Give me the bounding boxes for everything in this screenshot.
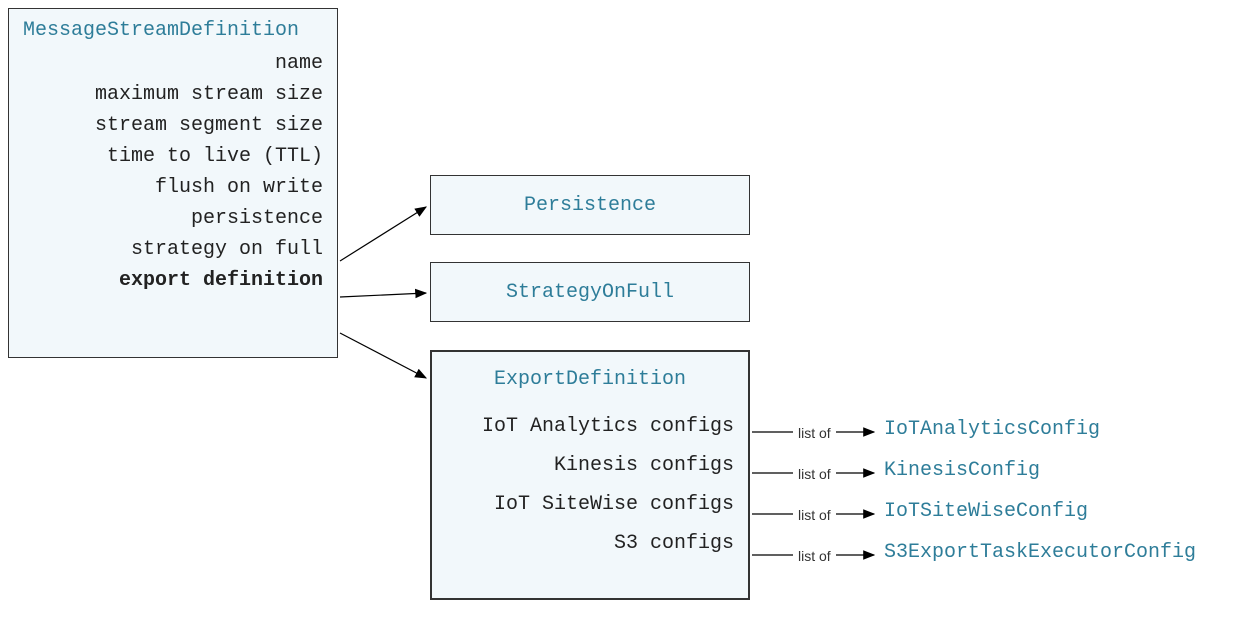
msd-prop-seg-size: stream segment size <box>9 110 337 141</box>
listof-label-3: list of <box>798 507 831 523</box>
export-def-sitewise: IoT SiteWise configs <box>432 485 748 524</box>
listof-label-4: list of <box>798 548 831 564</box>
msd-prop-persistence: persistence <box>9 203 337 234</box>
config-s3: S3ExportTaskExecutorConfig <box>884 541 1196 564</box>
persistence-label: Persistence <box>431 194 749 217</box>
config-kinesis: KinesisConfig <box>884 459 1040 482</box>
msd-prop-export-definition: export definition <box>9 265 337 296</box>
export-def-title: ExportDefinition <box>432 352 748 397</box>
persistence-box: Persistence <box>430 175 750 235</box>
arrow-export-def <box>340 333 426 378</box>
strategy-on-full-box: StrategyOnFull <box>430 262 750 322</box>
arrow-strategy <box>340 293 426 297</box>
listof-label-1: list of <box>798 425 831 441</box>
listof-label-2: list of <box>798 466 831 482</box>
msd-prop-ttl: time to live (TTL) <box>9 141 337 172</box>
config-sitewise: IoTSiteWiseConfig <box>884 500 1088 523</box>
arrow-persistence <box>340 207 426 261</box>
msd-prop-max-size: maximum stream size <box>9 79 337 110</box>
msd-prop-name: name <box>9 48 337 79</box>
msd-title: MessageStreamDefinition <box>9 9 337 48</box>
export-def-s3: S3 configs <box>432 524 748 563</box>
msd-prop-strategy: strategy on full <box>9 234 337 265</box>
export-definition-box: ExportDefinition IoT Analytics configs K… <box>430 350 750 600</box>
strategy-label: StrategyOnFull <box>431 281 749 304</box>
msd-prop-flush: flush on write <box>9 172 337 203</box>
config-iot-analytics: IoTAnalyticsConfig <box>884 418 1100 441</box>
message-stream-definition-box: MessageStreamDefinition name maximum str… <box>8 8 338 358</box>
export-def-kinesis: Kinesis configs <box>432 446 748 485</box>
export-def-iot-analytics: IoT Analytics configs <box>432 407 748 446</box>
